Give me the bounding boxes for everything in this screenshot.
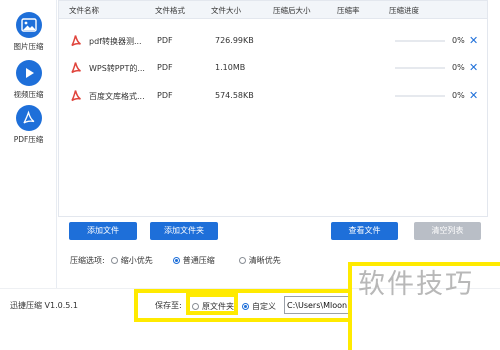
column-header-progress: 压缩进度 bbox=[389, 6, 419, 15]
progress-text: 0% bbox=[452, 91, 465, 100]
table-header: 文件名称 文件格式 文件大小 压缩后大小 压缩率 压缩进度 bbox=[59, 1, 487, 19]
compress-options: 压缩选项: 缩小优先 普通压缩 清晰优先 bbox=[70, 253, 281, 267]
sidebar-item-pdf-compress[interactable]: PDF压缩 bbox=[0, 105, 57, 145]
column-header-format: 文件格式 bbox=[155, 6, 185, 15]
file-name: WPS转PPT的... bbox=[89, 64, 145, 73]
version-label: 迅捷压缩 V1.0.5.1 bbox=[10, 301, 79, 310]
option-smaller-first[interactable]: 缩小优先 bbox=[110, 255, 153, 266]
file-format: PDF bbox=[157, 91, 173, 100]
file-name: 百度文库格式... bbox=[89, 92, 145, 101]
table-row[interactable]: 百度文库格式... PDF 574.58KB 0% ✕ bbox=[59, 84, 487, 108]
progress-text: 0% bbox=[452, 63, 465, 72]
option-label: 普通压缩 bbox=[182, 255, 215, 265]
compress-options-label: 压缩选项: bbox=[70, 255, 105, 265]
file-size: 574.58KB bbox=[215, 91, 254, 100]
sidebar-item-label: 视频压缩 bbox=[13, 90, 44, 99]
column-header-compressed-size: 压缩后大小 bbox=[273, 6, 311, 15]
pdf-file-icon bbox=[70, 61, 82, 74]
file-format: PDF bbox=[157, 63, 173, 72]
file-format: PDF bbox=[157, 36, 173, 45]
file-list: 文件名称 文件格式 文件大小 压缩后大小 压缩率 压缩进度 pdf转换器测...… bbox=[58, 0, 488, 217]
remove-file-button[interactable]: ✕ bbox=[469, 89, 478, 102]
play-icon bbox=[15, 60, 42, 86]
radio-selected-icon bbox=[242, 303, 249, 310]
sidebar-item-video-compress[interactable]: 视频压缩 bbox=[0, 60, 57, 100]
radio-icon bbox=[238, 256, 246, 264]
file-name: pdf转换器测... bbox=[89, 37, 142, 46]
file-size: 726.99KB bbox=[215, 36, 254, 45]
column-header-size: 文件大小 bbox=[211, 6, 241, 15]
file-size: 1.10MB bbox=[215, 63, 246, 72]
sidebar: 图片压缩 视频压缩 PDF压缩 bbox=[0, 0, 57, 288]
pdf-file-icon bbox=[70, 89, 82, 102]
sidebar-item-image-compress[interactable]: 图片压缩 bbox=[0, 12, 57, 52]
option-label: 缩小优先 bbox=[120, 255, 153, 265]
table-row[interactable]: WPS转PPT的... PDF 1.10MB 0% ✕ bbox=[59, 56, 487, 80]
option-label: 原文件夹 bbox=[202, 302, 234, 311]
clear-list-button[interactable]: 清空列表 bbox=[414, 222, 481, 240]
option-normal[interactable]: 普通压缩 bbox=[172, 255, 215, 266]
radio-icon bbox=[192, 303, 199, 310]
add-file-button[interactable]: 添加文件 bbox=[69, 222, 137, 240]
save-to-label: 保存至: bbox=[155, 301, 182, 310]
radio-selected-icon bbox=[172, 256, 180, 264]
remove-file-button[interactable]: ✕ bbox=[469, 34, 478, 47]
sidebar-item-label: 图片压缩 bbox=[13, 42, 44, 51]
radio-icon bbox=[110, 256, 118, 264]
option-clarity-first[interactable]: 清晰优先 bbox=[238, 255, 281, 266]
progress-bar bbox=[395, 67, 445, 69]
pdf-file-icon bbox=[70, 34, 82, 47]
column-header-name: 文件名称 bbox=[69, 6, 99, 15]
add-folder-button[interactable]: 添加文件夹 bbox=[150, 222, 218, 240]
image-icon bbox=[15, 12, 42, 38]
custom-folder-radio[interactable]: 自定义 bbox=[242, 301, 276, 312]
sidebar-item-label: PDF压缩 bbox=[13, 135, 44, 144]
pdf-icon bbox=[15, 105, 42, 131]
table-row[interactable]: pdf转换器测... PDF 726.99KB 0% ✕ bbox=[59, 29, 487, 53]
view-file-button[interactable]: 查看文件 bbox=[331, 222, 398, 240]
option-label: 自定义 bbox=[252, 302, 276, 311]
original-folder-radio[interactable]: 原文件夹 bbox=[192, 301, 234, 312]
progress-text: 0% bbox=[452, 36, 465, 45]
save-path-input[interactable] bbox=[284, 296, 350, 314]
progress-bar bbox=[395, 95, 445, 97]
progress-bar bbox=[395, 40, 445, 42]
column-header-ratio: 压缩率 bbox=[337, 6, 360, 15]
watermark: 软件技巧 bbox=[358, 269, 474, 300]
option-label: 清晰优先 bbox=[248, 255, 281, 265]
remove-file-button[interactable]: ✕ bbox=[469, 61, 478, 74]
main-area: 文件名称 文件格式 文件大小 压缩后大小 压缩率 压缩进度 pdf转换器测...… bbox=[58, 0, 488, 288]
